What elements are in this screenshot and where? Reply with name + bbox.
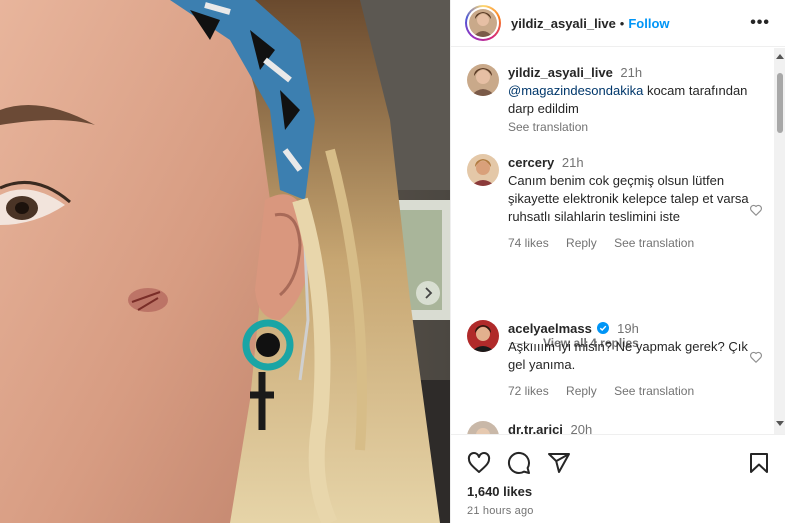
comment-avatar[interactable]	[467, 154, 499, 186]
caption: yildiz_asyali_live 21h @magazindesondaki…	[467, 64, 767, 136]
avatar-image	[467, 64, 499, 96]
scroll-down-arrow[interactable]	[776, 421, 784, 426]
comment-avatar[interactable]	[467, 421, 499, 434]
avatar-image	[467, 154, 499, 186]
heart-icon[interactable]	[467, 451, 491, 475]
avatar-image	[467, 421, 499, 434]
comment-text: Aşkıııım iyi misin? Ne yapmak gerek? Çık…	[508, 339, 748, 372]
comment-time[interactable]: 21h	[562, 155, 584, 170]
comments-list: yildiz_asyali_live 21h @magazindesondaki…	[451, 48, 785, 434]
scroll-thumb[interactable]	[777, 73, 783, 133]
post-timestamp[interactable]: 21 hours ago	[467, 505, 534, 517]
comment-meta: 74 likes Reply See translation	[508, 234, 767, 252]
bookmark-icon[interactable]	[747, 451, 771, 475]
comment-likes[interactable]: 72 likes	[508, 384, 549, 398]
comment-username[interactable]: cercery	[508, 155, 554, 170]
comment-likes[interactable]: 74 likes	[508, 236, 549, 250]
share-icon[interactable]	[547, 451, 571, 475]
comment-item: cercery 21h Canım benim cok geçmiş olsun…	[467, 154, 767, 252]
more-options-icon[interactable]: •••	[750, 14, 770, 32]
heart-icon[interactable]	[749, 203, 763, 217]
comment-icon[interactable]	[507, 451, 531, 475]
comment-time[interactable]: 20h	[571, 422, 593, 434]
comment-username[interactable]: acelyaelmass	[508, 321, 592, 336]
heart-icon[interactable]	[749, 350, 763, 364]
avatar-image	[467, 320, 499, 352]
chevron-right-icon	[425, 287, 433, 299]
reply-button[interactable]: Reply	[566, 384, 597, 398]
comment-meta: 72 likes Reply See translation	[508, 382, 767, 400]
post-actions: 1,640 likes 21 hours ago	[451, 434, 785, 523]
author-username[interactable]: yildiz_asyali_live	[511, 16, 616, 31]
caption-time[interactable]: 21h	[620, 65, 642, 80]
caption-username[interactable]: yildiz_asyali_live	[508, 65, 613, 80]
avatar-image	[469, 9, 497, 37]
caption-avatar[interactable]	[467, 64, 499, 96]
caption-mention[interactable]: @magazindesondakika	[508, 83, 643, 98]
caption-see-translation[interactable]: See translation	[508, 118, 767, 136]
separator-dot: •	[619, 15, 625, 31]
see-translation-button[interactable]: See translation	[614, 236, 694, 250]
scroll-up-arrow[interactable]	[776, 54, 784, 59]
comment-item: acelyaelmass 19h Aşkıııım iyi misin? Ne …	[467, 320, 767, 400]
likes-count[interactable]: 1,640 likes	[467, 484, 532, 499]
post-header: yildiz_asyali_live • Follow •••	[451, 0, 785, 47]
comment-item: dr.tr.arici 20h	[467, 421, 767, 434]
next-photo-button[interactable]	[416, 281, 440, 305]
author-avatar[interactable]	[465, 5, 501, 41]
comment-text: Canım benim cok geçmiş olsun lütfen şika…	[508, 173, 749, 224]
post-side-panel: yildiz_asyali_live • Follow ••• yildiz_a…	[450, 0, 785, 523]
reply-button[interactable]: Reply	[566, 236, 597, 250]
post-photo	[0, 0, 450, 523]
comment-username[interactable]: dr.tr.arici	[508, 422, 563, 434]
comments-scrollbar[interactable]	[774, 48, 785, 434]
see-translation-button[interactable]: See translation	[614, 384, 694, 398]
verified-icon	[597, 322, 610, 334]
post-photo-illustration	[0, 0, 450, 523]
comment-time[interactable]: 19h	[617, 321, 639, 336]
comment-avatar[interactable]	[467, 320, 499, 352]
follow-button[interactable]: Follow	[628, 16, 669, 31]
